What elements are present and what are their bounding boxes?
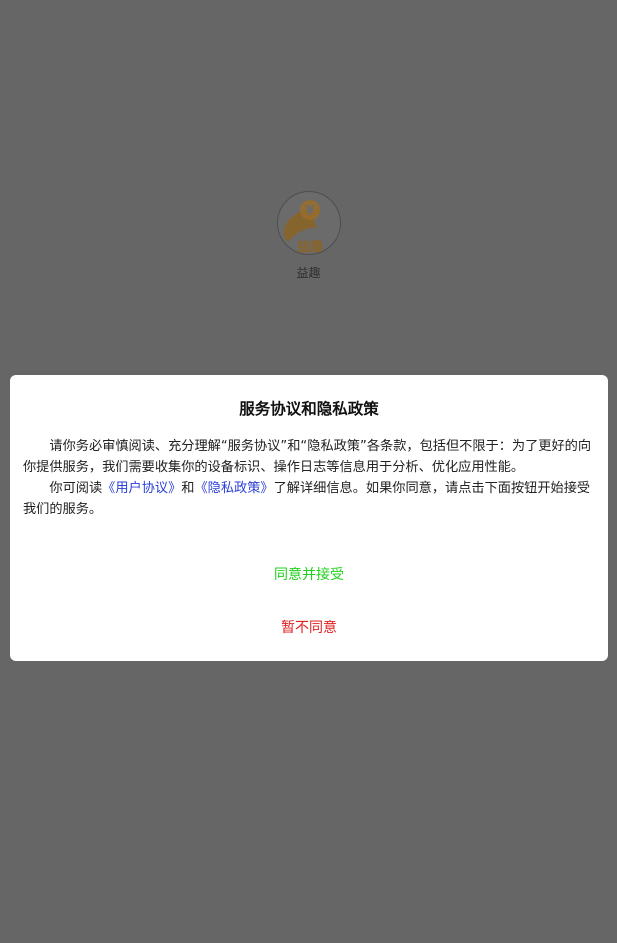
privacy-agreement-dialog: 服务协议和隐私政策 请你务必审慎阅读、充分理解“服务协议”和“隐私政策”各条款，… [10,375,608,661]
svg-text:¥: ¥ [305,204,314,219]
read-more-paragraph: 你可阅读《用户协议》和《隐私政策》了解详细信息。如果你同意，请点击下面按钮开始接… [23,478,595,520]
user-agreement-link[interactable]: 《用户协议》 [102,481,181,496]
decline-button[interactable]: 暂不同意 [10,617,608,637]
accept-button[interactable]: 同意并接受 [10,564,608,584]
svg-text:益趣: 益趣 [297,239,324,255]
coin-hand-icon: ¥ 益趣 [283,200,324,255]
and-text: 和 [181,481,195,496]
dialog-body: 请你务必审慎阅读、充分理解“服务协议”和“隐私政策”各条款，包括但不限于：为了更… [23,436,595,520]
dialog-title: 服务协议和隐私政策 [239,400,379,418]
read-more-prefix: 你可阅读 [49,481,103,496]
app-name-label: 益趣 [296,266,321,280]
app-logo-badge: ¥ 益趣 [277,191,341,255]
app-logo: ¥ 益趣 [277,191,341,257]
agreement-paragraph: 请你务必审慎阅读、充分理解“服务协议”和“隐私政策”各条款，包括但不限于：为了更… [23,439,592,475]
privacy-policy-link[interactable]: 《隐私政策》 [194,481,273,496]
